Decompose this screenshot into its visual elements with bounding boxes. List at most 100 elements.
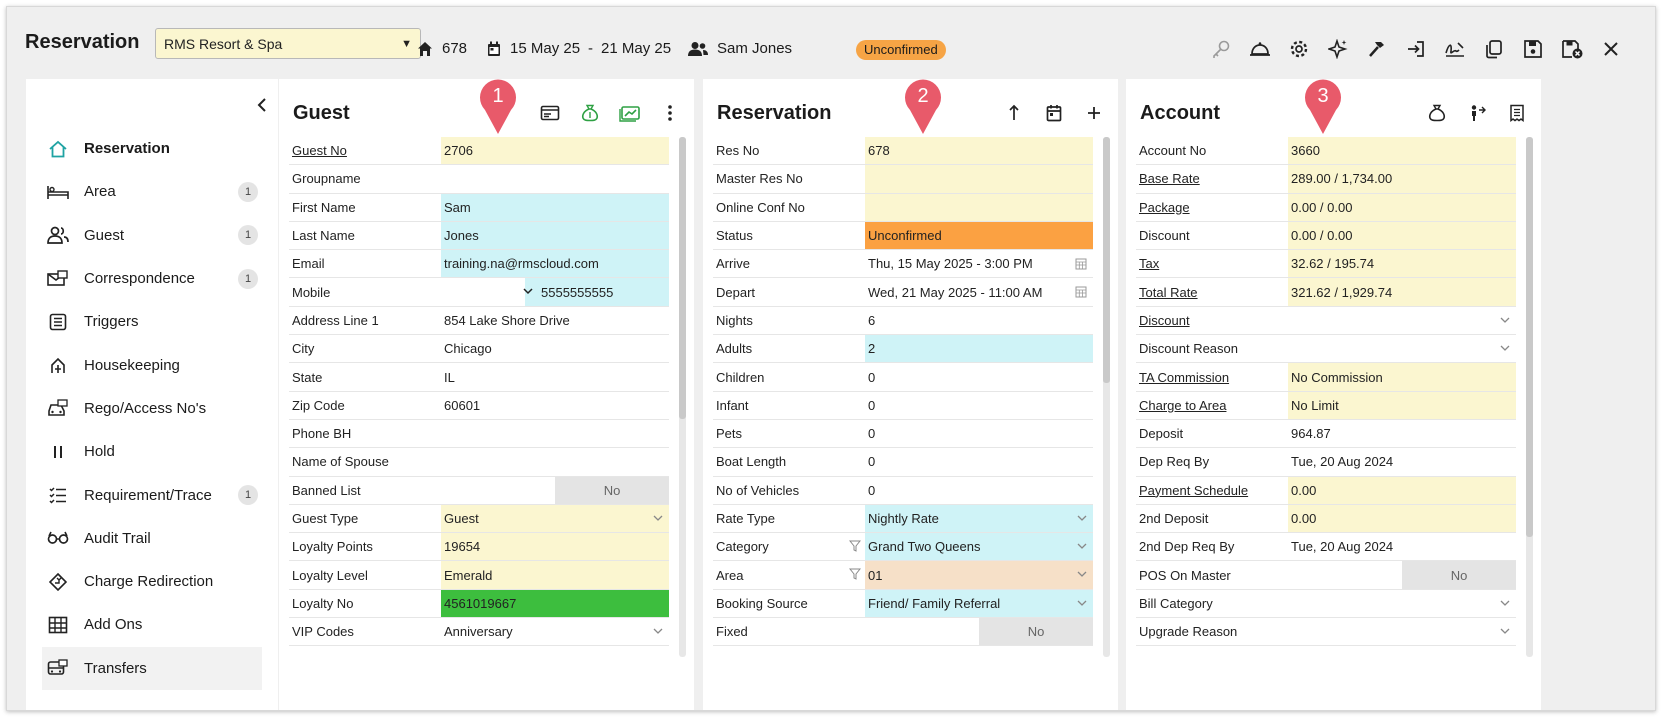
chevron-down-icon[interactable]	[523, 287, 533, 295]
vehicles-field[interactable]: 0	[865, 477, 1093, 504]
fixed-toggle[interactable]: No	[979, 618, 1093, 646]
city-field[interactable]: Chicago	[441, 335, 669, 362]
upgrade-reason-select[interactable]	[1288, 618, 1516, 645]
chevron-left-icon[interactable]	[256, 97, 276, 117]
second-deposit-field[interactable]: 0.00	[1288, 504, 1516, 533]
bell-icon[interactable]	[1248, 37, 1272, 61]
country-code-select[interactable]	[441, 278, 525, 306]
sidebar-item-add-ons[interactable]: Add Ons	[42, 603, 262, 646]
property-select[interactable]: RMS Resort & Spa ▼	[155, 28, 421, 59]
field-label[interactable]: Guest No	[289, 137, 441, 164]
copy-icon[interactable]	[1482, 37, 1506, 61]
sidebar-item-requirement[interactable]: Requirement/Trace 1	[42, 473, 262, 516]
guest-type-select[interactable]: Guest	[441, 504, 669, 533]
guest-no-field[interactable]: 2706	[441, 137, 669, 165]
loyalty-points-field[interactable]: 19654	[441, 533, 669, 561]
pets-field[interactable]: 0	[865, 420, 1093, 447]
person-transfer-icon[interactable]	[1465, 101, 1489, 125]
field-label[interactable]: Package	[1136, 194, 1288, 221]
booking-source-select[interactable]: Friend/ Family Referral	[865, 589, 1093, 618]
field-label[interactable]: Base Rate	[1136, 165, 1288, 192]
infant-field[interactable]: 0	[865, 392, 1093, 419]
pos-on-master-toggle[interactable]: No	[1402, 561, 1516, 589]
calendar-icon[interactable]	[1075, 285, 1087, 298]
nights-field[interactable]: 6	[865, 307, 1093, 334]
field-label[interactable]: Total Rate	[1136, 278, 1288, 305]
guest-scrollbar[interactable]	[679, 137, 686, 657]
package-field[interactable]: 0.00 / 0.00	[1288, 193, 1516, 221]
scrollbar-thumb[interactable]	[1103, 137, 1110, 383]
email-field[interactable]: training.na@rmscloud.com	[441, 250, 669, 278]
field-label[interactable]: Payment Schedule	[1136, 477, 1288, 504]
account-no-field[interactable]: 3660	[1288, 137, 1516, 165]
sidebar-item-triggers[interactable]: Triggers	[42, 300, 262, 343]
hammer-icon[interactable]	[1365, 37, 1389, 61]
filter-icon[interactable]	[849, 540, 861, 552]
calendar-icon[interactable]	[1042, 101, 1066, 125]
sidebar-item-reservation[interactable]: Reservation	[42, 127, 262, 170]
dep-req-by-field[interactable]: Tue, 20 Aug 2024	[1288, 448, 1516, 475]
reservation-scrollbar[interactable]	[1103, 137, 1110, 657]
calendar-icon[interactable]	[1075, 257, 1087, 270]
filter-icon[interactable]	[849, 568, 861, 581]
ta-commission-field[interactable]: No Commission	[1288, 363, 1516, 391]
more-vertical-icon[interactable]	[658, 101, 682, 125]
rate-type-select[interactable]: Nightly Rate	[865, 504, 1093, 533]
first-name-field[interactable]: Sam	[441, 193, 669, 221]
children-field[interactable]: 0	[865, 363, 1093, 390]
money-bag-icon[interactable]	[578, 101, 602, 125]
save-close-icon[interactable]	[1560, 37, 1584, 61]
arrow-up-icon[interactable]	[1002, 101, 1026, 125]
discount-amount-field[interactable]: 0.00 / 0.00	[1288, 221, 1516, 250]
sidebar-item-hold[interactable]: Hold	[42, 430, 262, 473]
sidebar-item-transfers[interactable]: Transfers	[42, 646, 262, 690]
state-field[interactable]: IL	[441, 363, 669, 390]
phone-bh-field[interactable]	[441, 420, 669, 447]
key-icon[interactable]	[1209, 37, 1233, 61]
spouse-field[interactable]	[441, 448, 669, 475]
signature-icon[interactable]	[1443, 37, 1467, 61]
master-res-field[interactable]	[865, 165, 1093, 193]
field-label[interactable]: Tax	[1136, 250, 1288, 277]
status-field[interactable]: Unconfirmed	[865, 221, 1093, 250]
sidebar-item-area[interactable]: Area 1	[42, 170, 262, 213]
check-in-icon[interactable]	[1404, 37, 1428, 61]
address-field[interactable]: 854 Lake Shore Drive	[441, 307, 669, 334]
sidebar-item-charge-redirection[interactable]: Charge Redirection	[42, 560, 262, 603]
mobile-number[interactable]: 5555555555	[541, 278, 613, 305]
vip-codes-select[interactable]: Anniversary	[441, 618, 669, 645]
account-scrollbar[interactable]	[1526, 137, 1533, 657]
online-conf-field[interactable]	[865, 193, 1093, 221]
save-icon[interactable]	[1521, 37, 1545, 61]
payment-schedule-field[interactable]: 0.00	[1288, 476, 1516, 504]
second-dep-req-by-field[interactable]: Tue, 20 Aug 2024	[1288, 533, 1516, 560]
depart-field[interactable]: Wed, 21 May 2025 - 11:00 AM	[865, 278, 1093, 305]
loyalty-level-field[interactable]: Emerald	[441, 561, 669, 589]
arrive-field[interactable]: Thu, 15 May 2025 - 3:00 PM	[865, 250, 1093, 277]
settings-icon[interactable]	[1287, 37, 1311, 61]
category-select[interactable]: Grand Two Queens	[865, 533, 1093, 561]
close-icon[interactable]	[1599, 37, 1623, 61]
discount-select[interactable]	[1288, 307, 1516, 334]
groupname-field[interactable]	[441, 165, 669, 192]
id-card-icon[interactable]	[538, 101, 562, 125]
chart-card-icon[interactable]	[618, 101, 642, 125]
loyalty-no-field[interactable]: 4561019667	[441, 589, 669, 618]
plus-icon[interactable]	[1082, 101, 1106, 125]
charge-to-area-field[interactable]: No Limit	[1288, 391, 1516, 419]
money-bag-icon[interactable]	[1425, 101, 1449, 125]
banned-list-toggle[interactable]: No	[555, 476, 669, 504]
sidebar-item-guest[interactable]: Guest 1	[42, 214, 262, 257]
field-label[interactable]: TA Commission	[1136, 363, 1288, 390]
base-rate-field[interactable]: 289.00 / 1,734.00	[1288, 165, 1516, 193]
field-label[interactable]: Charge to Area	[1136, 392, 1288, 419]
zip-field[interactable]: 60601	[441, 392, 669, 419]
deposit-field[interactable]: 964.87	[1288, 420, 1516, 447]
boat-length-field[interactable]: 0	[865, 448, 1093, 475]
tax-field[interactable]: 32.62 / 195.74	[1288, 250, 1516, 278]
scrollbar-thumb[interactable]	[679, 137, 686, 419]
last-name-field[interactable]: Jones	[441, 221, 669, 250]
sidebar-item-audit-trail[interactable]: Audit Trail	[42, 517, 262, 560]
sidebar-item-rego[interactable]: Rego/Access No's	[42, 387, 262, 430]
area-select[interactable]: 01	[865, 561, 1093, 589]
